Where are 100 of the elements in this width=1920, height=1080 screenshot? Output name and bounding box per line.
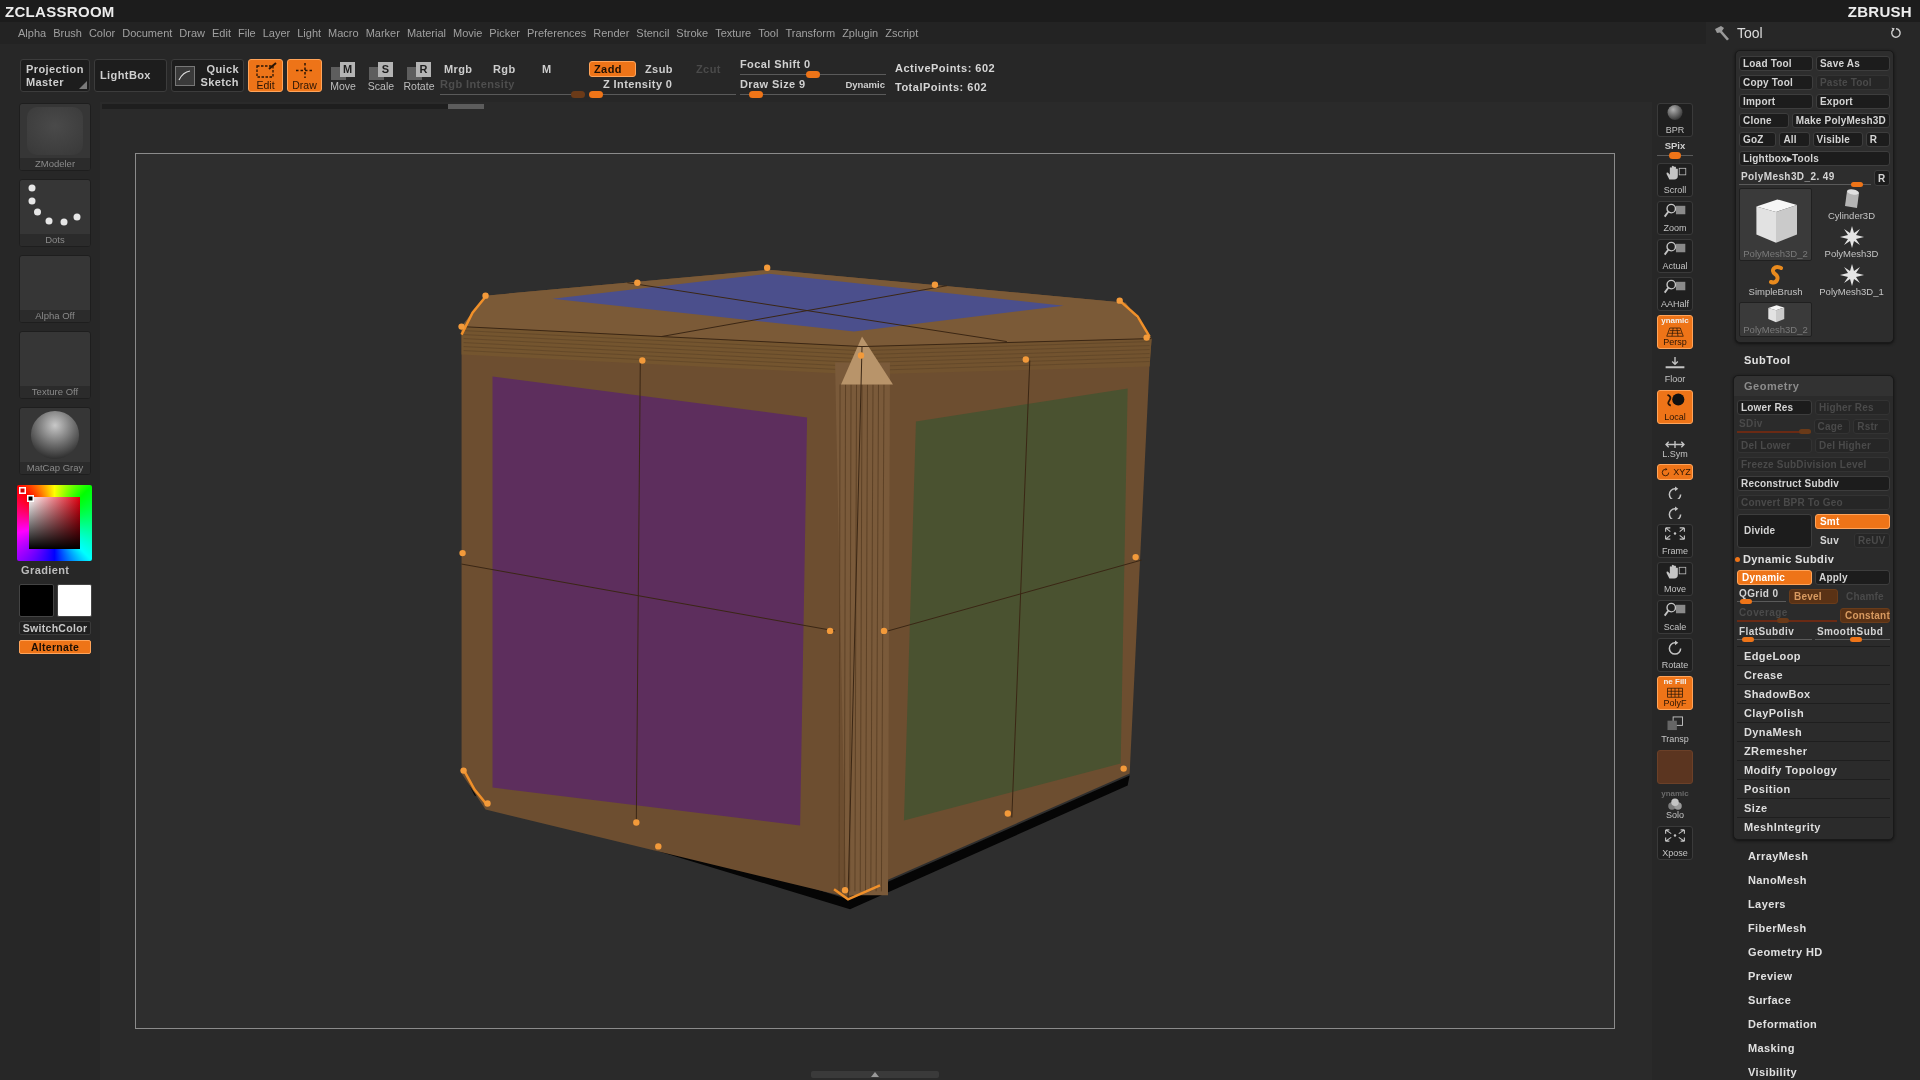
palette-header[interactable]: SubTool [1744,353,1791,367]
palette-slider[interactable]: SmoothSubd [1815,627,1890,642]
z-intensity-slider[interactable]: Z Intensity 0 [589,79,736,98]
subpalette-item[interactable]: MeshIntegrity [1737,817,1890,836]
alternate-toggle[interactable]: Alternate [19,640,91,654]
subpalette-item[interactable]: ZRemesher [1737,741,1890,760]
menu-item[interactable]: Stroke [676,27,709,39]
palette-button[interactable]: Lower Res [1737,400,1812,415]
palette-button[interactable]: Save As [1816,56,1890,71]
tool-thumbnail[interactable]: SimpleBrush [1739,264,1812,299]
dynamic-toggle[interactable]: Dynamic [844,79,886,90]
move-button[interactable]: Move [1657,562,1693,596]
menu-item[interactable]: Zplugin [842,27,879,39]
slider-track[interactable] [1737,599,1786,604]
frame-button[interactable]: Frame [1657,524,1693,558]
menu-item[interactable]: Texture [715,27,752,39]
palette-button[interactable]: GoZ [1739,132,1777,147]
palette-header[interactable]: Surface [1748,992,1792,1008]
rotate-button[interactable]: Rotate [1657,638,1693,672]
palette-header[interactable]: Masking [1748,1040,1795,1056]
slider-thumb[interactable] [749,91,764,98]
palette-button[interactable]: Reconstruct Subdiv [1737,476,1890,491]
slider-thumb[interactable] [589,91,603,98]
color-swatch[interactable] [19,584,54,617]
draw-mode-button[interactable]: Draw [287,59,322,92]
xpose-button[interactable]: Xpose [1657,826,1693,860]
solo-button[interactable]: ynamic Solo [1657,788,1693,822]
local-symmetry-button[interactable]: L.Sym [1657,438,1693,460]
perspective-button[interactable]: ynamic Persp [1657,315,1693,349]
scale-mode-button[interactable]: S Scale [364,59,398,92]
sculpt-mode-toggle[interactable]: Zsub [640,60,687,77]
subpalette-header[interactable]: Dynamic Subdiv [1737,552,1835,566]
menu-item[interactable]: File [237,27,256,39]
scroll-button[interactable]: Scroll [1657,163,1693,197]
palette-header[interactable]: Visibility [1748,1064,1798,1080]
color-mode-toggle[interactable]: Rgb [489,60,538,77]
palette-header[interactable]: NanoMesh [1748,872,1807,888]
toggle-button[interactable]: Suv [1815,533,1851,548]
aa-half-button[interactable]: AAHalf [1657,277,1693,311]
projection-master-button[interactable]: Projection Master [20,59,90,92]
slider-track[interactable] [1737,637,1812,642]
palette-header[interactable]: Geometry HD [1748,944,1823,960]
menu-item[interactable]: Zscript [885,27,919,39]
color-mode-toggle[interactable]: M [538,60,587,77]
menu-item[interactable]: Render [593,27,630,39]
menu-item[interactable]: Movie [453,27,483,39]
xyz-rotation-button[interactable]: XYZ [1657,464,1693,480]
color-picker[interactable] [17,485,92,561]
quick-sketch-button[interactable]: Quick Sketch [171,59,244,92]
subpalette-item[interactable]: Modify Topology [1737,760,1890,779]
color-mode-toggle[interactable]: Mrgb [440,60,489,77]
menu-item[interactable]: Layer [262,27,291,39]
spix-slider[interactable]: SPix [1657,141,1693,159]
palette-header[interactable]: FiberMesh [1748,920,1807,936]
alpha-tile[interactable]: Alpha Off [19,255,91,323]
slider-track[interactable] [1815,637,1890,642]
slider-track[interactable] [1739,182,1871,187]
scale-button[interactable]: Scale [1657,600,1693,634]
actual-size-button[interactable]: Actual [1657,239,1693,273]
menu-item[interactable]: Alpha [18,27,47,39]
slider-thumb[interactable] [1849,637,1862,642]
bpr-render-button[interactable]: BPR [1657,103,1693,137]
toolbar-button[interactable]: LightBox [94,59,167,92]
palette-header[interactable]: Layers [1748,896,1786,912]
palette-title[interactable]: Tool [1737,25,1763,41]
palette-slider[interactable]: QGrid 0 [1737,589,1786,604]
tool-thumbnail[interactable]: PolyMesh3D_1 [1815,264,1888,299]
tool-slider[interactable]: PolyMesh3D_2. 49 [1739,170,1871,187]
gradient-toggle[interactable]: Gradient [19,564,72,577]
subpalette-item[interactable]: Position [1737,779,1890,798]
palette-header[interactable]: Preview [1748,968,1793,984]
switch-color-button[interactable]: SwitchColor [19,621,91,635]
menu-item[interactable]: Document [122,27,173,39]
reset-icon[interactable] [1890,27,1902,39]
palette-button[interactable]: Clone [1739,113,1789,128]
menu-item[interactable]: Macro [328,27,359,39]
menu-item[interactable]: Stencil [636,27,670,39]
move-mode-button[interactable]: M Move [326,59,360,92]
saturation-field[interactable] [29,497,80,549]
palette-button[interactable]: Export [1816,94,1890,109]
local-button[interactable]: Local [1657,390,1693,424]
material-tile[interactable]: MatCap Gray [19,407,91,475]
menu-item[interactable]: Picker [489,27,520,39]
rotate-mode-button[interactable]: R Rotate [402,59,436,92]
subpalette-header[interactable]: Geometry [1734,376,1893,396]
palette-button[interactable]: Visible [1812,132,1863,147]
color-swatch[interactable] [57,584,92,617]
stroke-tile[interactable]: Dots [19,179,91,247]
palette-button[interactable]: R [1865,132,1890,147]
tool-thumbnail[interactable]: PolyMesh3D [1815,226,1888,261]
menu-item[interactable]: Edit [212,27,231,39]
sculpt-mode-toggle[interactable]: Zadd [589,60,636,77]
palette-button[interactable]: Divide [1737,514,1812,548]
zoom-button[interactable]: Zoom [1657,201,1693,235]
menu-item[interactable]: Transform [785,27,836,39]
palette-button[interactable]: Import [1739,94,1813,109]
scroll-thumb[interactable] [448,104,484,109]
slider-thumb[interactable] [806,71,820,78]
reset-button[interactable]: R [1874,170,1890,186]
palette-header[interactable]: ArrayMesh [1748,848,1809,864]
